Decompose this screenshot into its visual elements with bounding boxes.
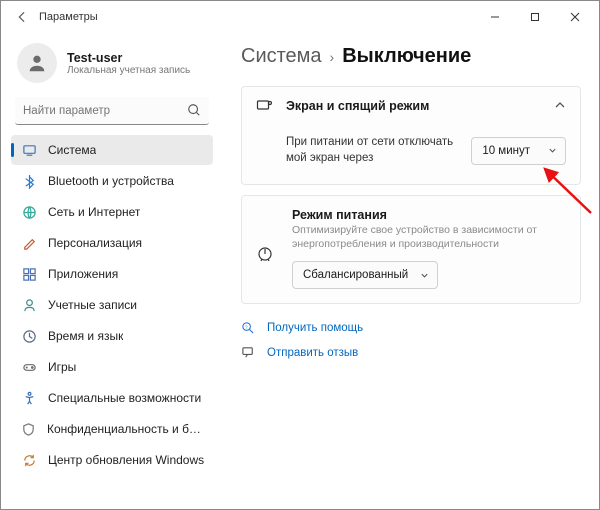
breadcrumb: Система › Выключение: [241, 45, 581, 68]
avatar: [17, 43, 57, 83]
sidebar-item-label: Игры: [48, 360, 76, 374]
minimize-button[interactable]: [475, 3, 515, 31]
sidebar-item-bluetooth[interactable]: Bluetooth и устройства: [11, 166, 213, 196]
help-icon: ?: [241, 320, 257, 336]
link-text[interactable]: Отправить отзыв: [267, 347, 358, 359]
search-box[interactable]: [15, 97, 209, 125]
time-icon: [21, 328, 37, 344]
sidebar-item-gaming[interactable]: Игры: [11, 352, 213, 382]
sidebar-item-label: Учетные записи: [48, 298, 137, 312]
system-icon: [21, 142, 37, 158]
dropdown-value: 10 минут: [482, 145, 530, 157]
titlebar: Параметры: [1, 1, 599, 33]
feedback-icon: [241, 345, 257, 361]
sidebar-item-update[interactable]: Центр обновления Windows: [11, 445, 213, 475]
sidebar-item-label: Специальные возможности: [48, 391, 201, 405]
feedback-link[interactable]: Отправить отзыв: [241, 345, 581, 361]
footer-links: ? Получить помощь Отправить отзыв: [241, 320, 581, 361]
sidebar-item-label: Система: [48, 143, 96, 157]
search-icon: [187, 103, 201, 117]
sidebar-item-label: Центр обновления Windows: [48, 453, 204, 467]
power-mode-subtitle: Оптимизируйте свое устройство в зависимо…: [292, 224, 566, 251]
breadcrumb-parent[interactable]: Система: [241, 45, 322, 68]
user-name: Test-user: [67, 51, 190, 65]
chevron-down-icon: [548, 146, 557, 155]
back-icon[interactable]: [13, 8, 31, 26]
search-input[interactable]: [15, 97, 209, 125]
window-title: Параметры: [39, 11, 98, 23]
chevron-down-icon: [420, 271, 429, 280]
close-button[interactable]: [555, 3, 595, 31]
power-mode-icon: [256, 219, 278, 289]
apps-icon: [21, 266, 37, 282]
card-title: Экран и спящий режим: [286, 99, 542, 113]
sidebar-item-system[interactable]: Система: [11, 135, 213, 165]
content: Система › Выключение Экран и спящий режи…: [219, 33, 599, 509]
maximize-button[interactable]: [515, 3, 555, 31]
accessibility-icon: [21, 390, 37, 406]
power-mode-title: Режим питания: [292, 208, 566, 222]
sidebar-item-network[interactable]: Сеть и Интернет: [11, 197, 213, 227]
sidebar-item-label: Время и язык: [48, 329, 123, 343]
card-header[interactable]: Экран и спящий режим: [242, 87, 580, 125]
sidebar-item-label: Персонализация: [48, 236, 142, 250]
chevron-right-icon: ›: [330, 49, 335, 65]
user-block[interactable]: Test-user Локальная учетная запись: [11, 37, 213, 97]
dropdown-value: Сбалансированный: [303, 269, 408, 281]
sidebar-item-label: Конфиденциальность и безопасность: [47, 422, 205, 436]
sidebar-item-label: Bluetooth и устройства: [48, 174, 174, 188]
personalization-icon: [21, 235, 37, 251]
sidebar-item-time[interactable]: Время и язык: [11, 321, 213, 351]
sidebar-item-accounts[interactable]: Учетные записи: [11, 290, 213, 320]
bluetooth-icon: [21, 173, 37, 189]
user-subtitle: Локальная учетная запись: [67, 65, 190, 76]
update-icon: [21, 452, 37, 468]
help-link[interactable]: ? Получить помощь: [241, 320, 581, 336]
breadcrumb-current: Выключение: [342, 45, 471, 68]
sidebar-item-label: Сеть и Интернет: [48, 205, 140, 219]
screen-icon: [256, 97, 274, 115]
sidebar-item-privacy[interactable]: Конфиденциальность и безопасность: [11, 414, 213, 444]
network-icon: [21, 204, 37, 220]
sidebar-item-apps[interactable]: Приложения: [11, 259, 213, 289]
power-mode-card[interactable]: Режим питания Оптимизируйте свое устройс…: [241, 195, 581, 304]
sidebar-item-accessibility[interactable]: Специальные возможности: [11, 383, 213, 413]
screen-off-label: При питании от сети отключать мой экран …: [256, 135, 457, 166]
chevron-up-icon: [554, 99, 566, 114]
screen-off-dropdown[interactable]: 10 минут: [471, 137, 566, 165]
accounts-icon: [21, 297, 37, 313]
nav-list: Система Bluetooth и устройства Сеть и Ин…: [11, 135, 213, 475]
screen-sleep-card: Экран и спящий режим При питании от сети…: [241, 86, 581, 185]
link-text[interactable]: Получить помощь: [267, 322, 363, 334]
svg-text:?: ?: [245, 325, 248, 330]
privacy-icon: [21, 421, 36, 437]
power-mode-dropdown[interactable]: Сбалансированный: [292, 261, 438, 289]
sidebar: Test-user Локальная учетная запись Систе…: [1, 33, 219, 509]
sidebar-item-label: Приложения: [48, 267, 118, 281]
sidebar-item-personalization[interactable]: Персонализация: [11, 228, 213, 258]
gaming-icon: [21, 359, 37, 375]
